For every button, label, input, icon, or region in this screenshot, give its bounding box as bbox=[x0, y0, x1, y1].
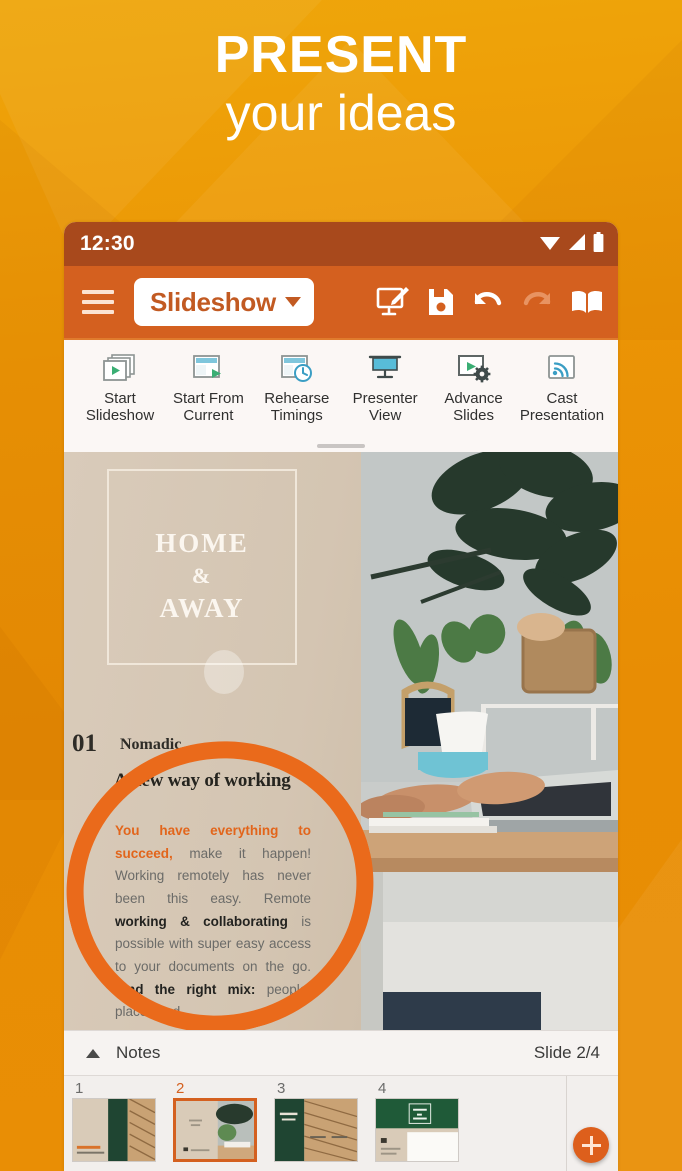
ribbon-label-line1: Start bbox=[104, 390, 136, 407]
ribbon-item-cast-presentation[interactable]: Cast Presentation bbox=[518, 350, 606, 425]
signal-icon bbox=[568, 233, 586, 256]
present-edit-icon[interactable] bbox=[376, 287, 410, 317]
app-bar-actions bbox=[376, 287, 604, 317]
save-icon[interactable] bbox=[427, 287, 455, 317]
ribbon-item-rehearse-timings[interactable]: Rehearse Timings bbox=[253, 350, 341, 425]
promo-headline-line2: your ideas bbox=[225, 84, 457, 141]
ribbon-label-line2: Presentation bbox=[519, 406, 605, 424]
slideshow-mode-dropdown[interactable]: Slideshow bbox=[134, 278, 314, 326]
slide-title-line2: & bbox=[191, 563, 213, 588]
slide-title-box: HOME & AWAY bbox=[107, 469, 297, 665]
ribbon-item-presenter-view[interactable]: Presenter View bbox=[341, 350, 429, 425]
start-slideshow-icon bbox=[102, 350, 138, 386]
ribbon-items: Start Slideshow Start From Current Rehea… bbox=[64, 350, 618, 425]
slideshow-mode-label: Slideshow bbox=[150, 286, 276, 317]
ribbon-label-line1: Start From bbox=[172, 390, 244, 407]
thumbnail-item[interactable]: 4 bbox=[375, 1080, 463, 1162]
presenter-view-icon bbox=[367, 350, 403, 386]
thumbnail-number: 2 bbox=[176, 1080, 185, 1097]
advance-slides-icon bbox=[456, 350, 492, 386]
slideshow-ribbon: Start Slideshow Start From Current Rehea… bbox=[64, 338, 618, 452]
read-mode-icon[interactable] bbox=[570, 288, 604, 316]
slide-photo bbox=[361, 452, 618, 1030]
ribbon-item-start-slideshow[interactable]: Start Slideshow bbox=[76, 350, 164, 425]
undo-icon[interactable] bbox=[472, 288, 504, 316]
ribbon-item-advance-slides[interactable]: Advance Slides bbox=[430, 350, 518, 425]
chevron-up-icon[interactable] bbox=[86, 1048, 100, 1058]
chevron-down-icon bbox=[284, 297, 301, 307]
thumbnail-preview bbox=[375, 1098, 459, 1162]
rehearse-timings-icon bbox=[279, 350, 315, 386]
notes-label: Notes bbox=[116, 1043, 161, 1062]
ribbon-label-line2: View bbox=[369, 406, 402, 424]
promo-headline-line1: PRESENT bbox=[214, 26, 468, 84]
thumbnail-item[interactable]: 2 bbox=[173, 1080, 261, 1162]
thumbnail-number: 3 bbox=[277, 1080, 286, 1097]
thumbnail-item[interactable]: 3 bbox=[274, 1080, 362, 1162]
notes-bar[interactable]: Notes Slide 2/4 bbox=[64, 1030, 618, 1076]
app-bar: Slideshow bbox=[64, 266, 618, 338]
ribbon-label-line2: Slides bbox=[453, 406, 494, 424]
cast-presentation-icon bbox=[544, 350, 580, 386]
ribbon-label-line2: Current bbox=[183, 406, 234, 424]
slide-title-line1: HOME bbox=[155, 528, 249, 558]
slide-section-number: 01 bbox=[72, 730, 97, 757]
ribbon-label-line1: Advance bbox=[444, 390, 503, 407]
ribbon-label-line1: Presenter bbox=[352, 390, 418, 407]
start-from-current-icon bbox=[190, 350, 226, 386]
thumbnail-item[interactable]: 1 bbox=[72, 1080, 160, 1162]
status-bar-icons bbox=[539, 231, 604, 257]
status-bar-clock: 12:30 bbox=[80, 232, 135, 255]
ribbon-collapse-grip[interactable] bbox=[317, 444, 365, 448]
slide-counter: Slide 2/4 bbox=[533, 1043, 600, 1062]
ribbon-label-line1: Cast bbox=[546, 390, 578, 407]
thumbnail-preview bbox=[72, 1098, 156, 1162]
ribbon-label-line2: Slideshow bbox=[85, 406, 155, 424]
ribbon-item-start-from-current[interactable]: Start From Current bbox=[164, 350, 252, 425]
phone-screenshot: 12:30 Slideshow Start Slideshow Start Fr… bbox=[64, 222, 618, 1171]
ribbon-label-line1: Rehearse bbox=[264, 390, 330, 407]
thumbnail-preview bbox=[274, 1098, 358, 1162]
slide-watermark-dot bbox=[204, 650, 244, 694]
thumbnail-number: 4 bbox=[378, 1080, 387, 1097]
wifi-icon bbox=[539, 233, 561, 256]
battery-icon bbox=[593, 231, 604, 257]
add-slide-button[interactable] bbox=[573, 1127, 609, 1163]
redo-icon[interactable] bbox=[521, 288, 553, 316]
thumbnail-number: 1 bbox=[75, 1080, 84, 1097]
ribbon-label-line2: Timings bbox=[270, 406, 323, 424]
hamburger-menu-icon[interactable] bbox=[82, 290, 114, 314]
promo-headline: PRESENT your ideas bbox=[0, 28, 682, 144]
thumbnail-strip[interactable]: 1 2 3 4 bbox=[64, 1076, 618, 1171]
thumbnail-preview bbox=[173, 1098, 257, 1162]
slide-canvas[interactable]: HOME & AWAY 01 Nomadic A new way of work… bbox=[64, 452, 618, 1030]
status-bar: 12:30 bbox=[64, 222, 618, 266]
slide-title-line3: AWAY bbox=[159, 593, 245, 623]
thumbnail-strip-divider bbox=[566, 1076, 567, 1171]
